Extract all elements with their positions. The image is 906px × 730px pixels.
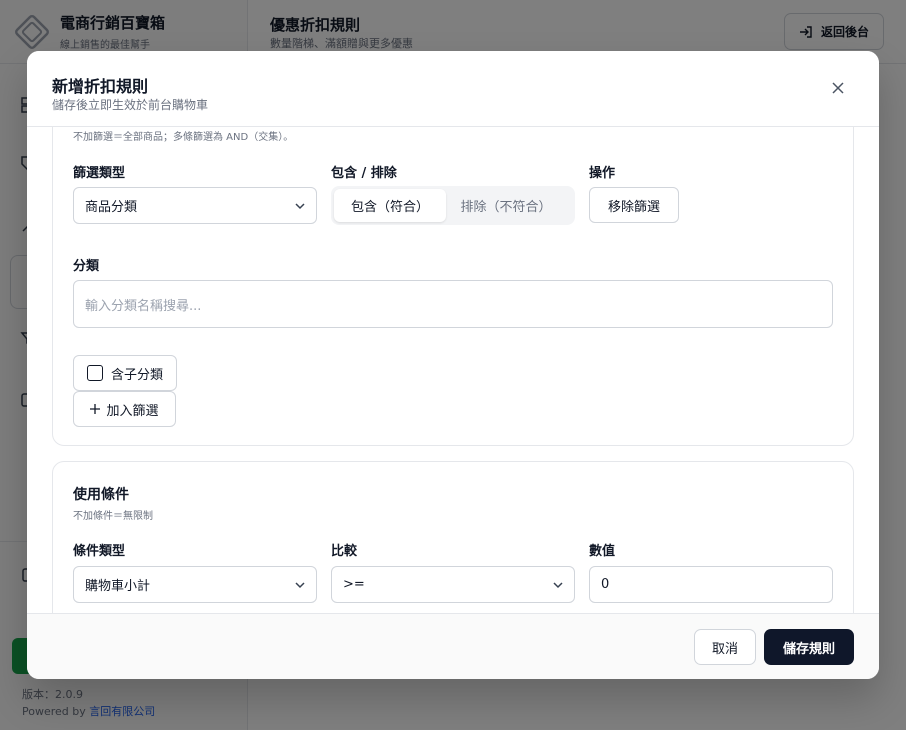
filter-type-select[interactable]: 商品分類: [73, 187, 317, 224]
save-rule-button[interactable]: 儲存規則: [764, 629, 854, 665]
value-input[interactable]: 0: [589, 566, 833, 603]
modal-title: 新增折扣規則: [52, 77, 149, 96]
remove-filter-button[interactable]: 移除篩選: [589, 187, 679, 223]
filter-type-value: 商品分類: [85, 200, 138, 215]
add-filter-button[interactable]: 加入篩選: [73, 391, 176, 427]
modal-footer: 取消 儲存規則: [27, 613, 879, 679]
category-label: 分類: [73, 259, 100, 274]
conditions-hint: 不加條件＝無限制: [73, 511, 153, 522]
modal-header: 新增折扣規則 儲存後立即生效於前台購物車: [27, 51, 879, 127]
conditions-title: 使用條件: [73, 487, 129, 503]
filters-hint: 不加篩選＝全部商品；多條篩選為 AND（交集）。: [73, 132, 294, 143]
close-icon: [832, 82, 844, 94]
modal-subtitle: 儲存後立即生效於前台購物車: [52, 98, 209, 112]
compare-select[interactable]: >=: [331, 566, 575, 603]
category-placeholder: 輸入分類名稱搜尋...: [85, 298, 202, 314]
checkbox-icon: [87, 365, 103, 381]
cancel-button[interactable]: 取消: [694, 629, 756, 665]
include-children-checkbox[interactable]: 含子分類: [73, 355, 177, 391]
condition-type-label: 條件類型: [73, 544, 126, 559]
exclude-option[interactable]: 排除（不符合）: [446, 189, 566, 222]
value-input-value: 0: [601, 577, 610, 592]
include-exclude-toggle: 包含（符合） 排除（不符合）: [331, 186, 575, 225]
conditions-card: 使用條件 不加條件＝無限制 條件類型 購物車小計 比較 >= 數值 0: [52, 461, 854, 613]
condition-type-value: 購物車小計: [85, 579, 151, 594]
actions-label: 操作: [589, 166, 616, 181]
chevron-down-icon: [295, 582, 305, 589]
plus-icon: [90, 404, 101, 414]
modal-body[interactable]: 不加篩選＝全部商品；多條篩選為 AND（交集）。 篩選類型 商品分類 包含 / …: [27, 127, 879, 613]
category-search-input[interactable]: 輸入分類名稱搜尋...: [73, 280, 833, 328]
include-children-label: 含子分類: [111, 367, 164, 383]
value-label: 數值: [589, 544, 616, 559]
add-discount-rule-modal: 新增折扣規則 儲存後立即生效於前台購物車 不加篩選＝全部商品；多條篩選為 AND…: [27, 51, 879, 679]
condition-type-select[interactable]: 購物車小計: [73, 566, 317, 603]
close-button[interactable]: [827, 77, 849, 99]
compare-label: 比較: [331, 544, 358, 559]
add-filter-label: 加入篩選: [106, 403, 159, 419]
filters-card: 不加篩選＝全部商品；多條篩選為 AND（交集）。 篩選類型 商品分類 包含 / …: [52, 127, 854, 446]
chevron-down-icon: [553, 582, 563, 589]
chevron-down-icon: [295, 203, 305, 210]
include-option[interactable]: 包含（符合）: [334, 189, 446, 222]
compare-value: >=: [343, 577, 365, 592]
filter-type-label: 篩選類型: [73, 166, 126, 181]
include-exclude-label: 包含 / 排除: [331, 166, 397, 181]
